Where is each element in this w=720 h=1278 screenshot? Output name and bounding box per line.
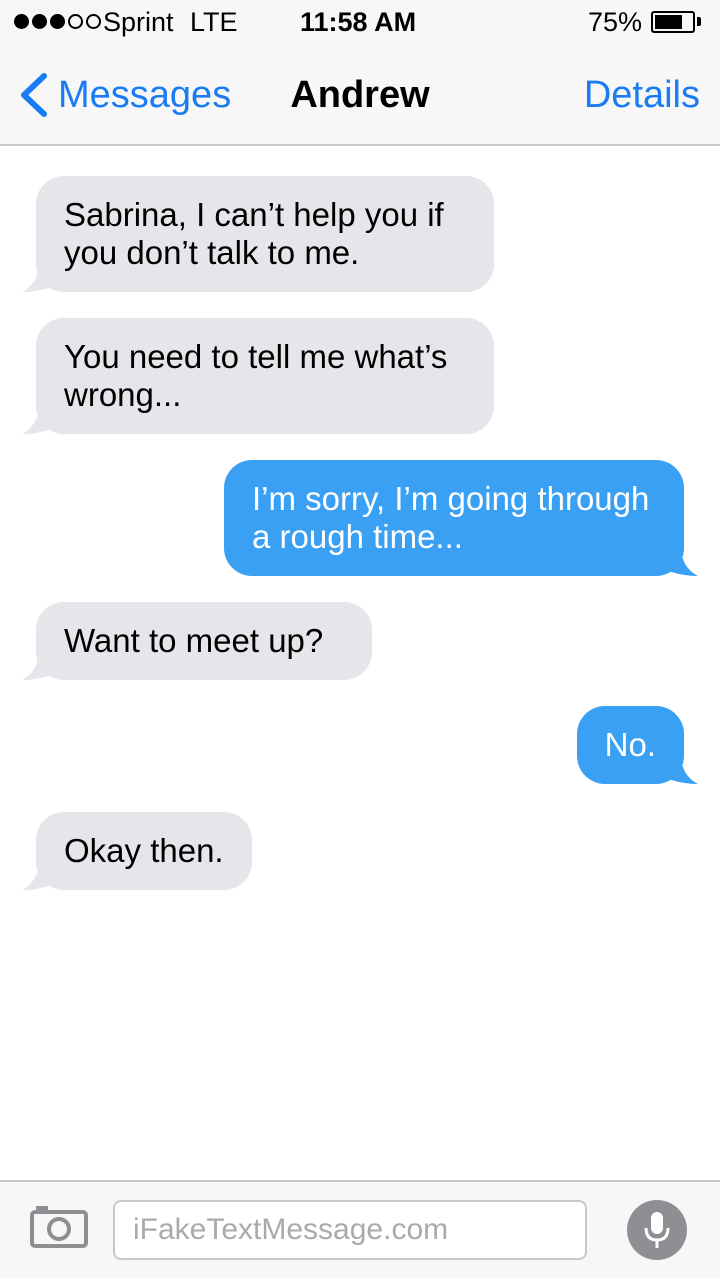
message-text: Sabrina, I can’t help you if you don’t t… bbox=[64, 196, 444, 271]
message-bubble[interactable]: Okay then. bbox=[22, 812, 252, 890]
navigation-bar: Messages Andrew Details bbox=[0, 44, 720, 146]
message-text: I’m sorry, I’m going through a rough tim… bbox=[252, 480, 650, 555]
message-bubble[interactable]: Sabrina, I can’t help you if you don’t t… bbox=[22, 176, 494, 292]
status-bar: Sprint LTE 11:58 AM 75% bbox=[0, 0, 720, 44]
signal-dot bbox=[14, 14, 29, 29]
message-text: Want to meet up? bbox=[64, 622, 324, 659]
bubble-tail bbox=[22, 860, 62, 890]
bubble-tail bbox=[22, 262, 62, 292]
microphone-button[interactable] bbox=[627, 1200, 687, 1260]
message-bubble[interactable]: I’m sorry, I’m going through a rough tim… bbox=[224, 460, 698, 576]
bubble-tail bbox=[22, 404, 62, 434]
camera-icon[interactable] bbox=[30, 1204, 88, 1248]
details-button[interactable]: Details bbox=[584, 74, 700, 117]
message-thread: Sabrina, I can’t help you if you don’t t… bbox=[0, 146, 720, 1178]
battery-icon bbox=[651, 11, 695, 33]
microphone-icon bbox=[644, 1212, 670, 1248]
signal-dot bbox=[32, 14, 47, 29]
bubble-tail bbox=[22, 650, 62, 680]
signal-strength-icon bbox=[14, 14, 101, 29]
bubble-tail bbox=[658, 754, 698, 784]
messages-app: Sprint LTE 11:58 AM 75% Messages Andrew … bbox=[0, 0, 720, 1278]
message-bubble[interactable]: Want to meet up? bbox=[22, 602, 372, 680]
message-bubble[interactable]: No. bbox=[576, 706, 698, 784]
signal-dot bbox=[50, 14, 65, 29]
carrier-name: Sprint bbox=[103, 7, 174, 37]
bubble-tail bbox=[658, 546, 698, 576]
battery-level bbox=[655, 15, 682, 29]
message-text: Okay then. bbox=[64, 832, 224, 869]
message-text: No. bbox=[604, 726, 656, 763]
status-time: 11:58 AM bbox=[300, 7, 417, 37]
message-input[interactable] bbox=[113, 1200, 587, 1260]
message-text: You need to tell me what’s wrong... bbox=[64, 338, 448, 413]
network-type: LTE bbox=[190, 7, 238, 37]
signal-dot bbox=[86, 14, 101, 29]
message-input-bar bbox=[0, 1180, 720, 1278]
battery-percent: 75% bbox=[588, 7, 643, 37]
battery-tip bbox=[697, 17, 701, 26]
signal-dot bbox=[68, 14, 83, 29]
message-bubble[interactable]: You need to tell me what’s wrong... bbox=[22, 318, 494, 434]
